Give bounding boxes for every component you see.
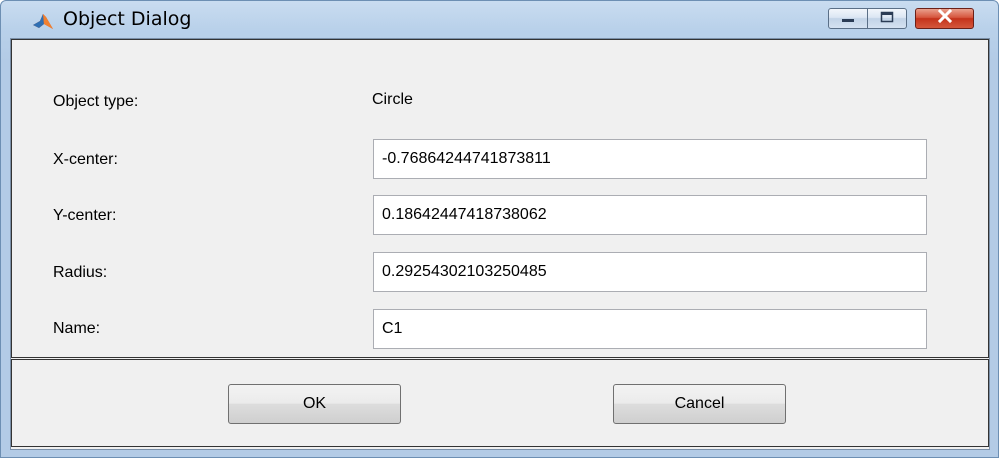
cancel-button[interactable]: Cancel: [613, 384, 786, 424]
matlab-icon: [32, 11, 54, 31]
maximize-button[interactable]: [867, 8, 907, 29]
dialog-client-area: Object type: Circle X-center: Y-center: …: [10, 38, 990, 450]
y-center-label: Y-center:: [53, 207, 117, 224]
button-panel: OK Cancel: [11, 359, 989, 447]
maximize-icon: [879, 10, 895, 28]
minimize-button[interactable]: [828, 8, 868, 29]
radius-label: Radius:: [53, 264, 108, 281]
object-properties-panel: Object type: Circle X-center: Y-center: …: [11, 39, 989, 358]
y-center-field[interactable]: [373, 195, 927, 235]
x-center-label: X-center:: [53, 151, 118, 168]
object-type-value: Circle: [372, 91, 413, 108]
radius-field[interactable]: [373, 252, 927, 292]
x-center-field[interactable]: [373, 139, 927, 179]
name-field[interactable]: [373, 309, 927, 349]
minimize-icon: [840, 10, 856, 28]
title-bar[interactable]: Object Dialog: [1, 1, 998, 39]
window-title: Object Dialog: [63, 8, 192, 30]
object-type-label: Object type:: [53, 93, 139, 110]
object-dialog-window: Object Dialog Object type: Circle X-cent…: [0, 0, 999, 458]
ok-button[interactable]: OK: [228, 384, 401, 424]
close-icon: [936, 8, 954, 28]
name-label: Name:: [53, 320, 101, 337]
close-button[interactable]: [915, 8, 974, 29]
